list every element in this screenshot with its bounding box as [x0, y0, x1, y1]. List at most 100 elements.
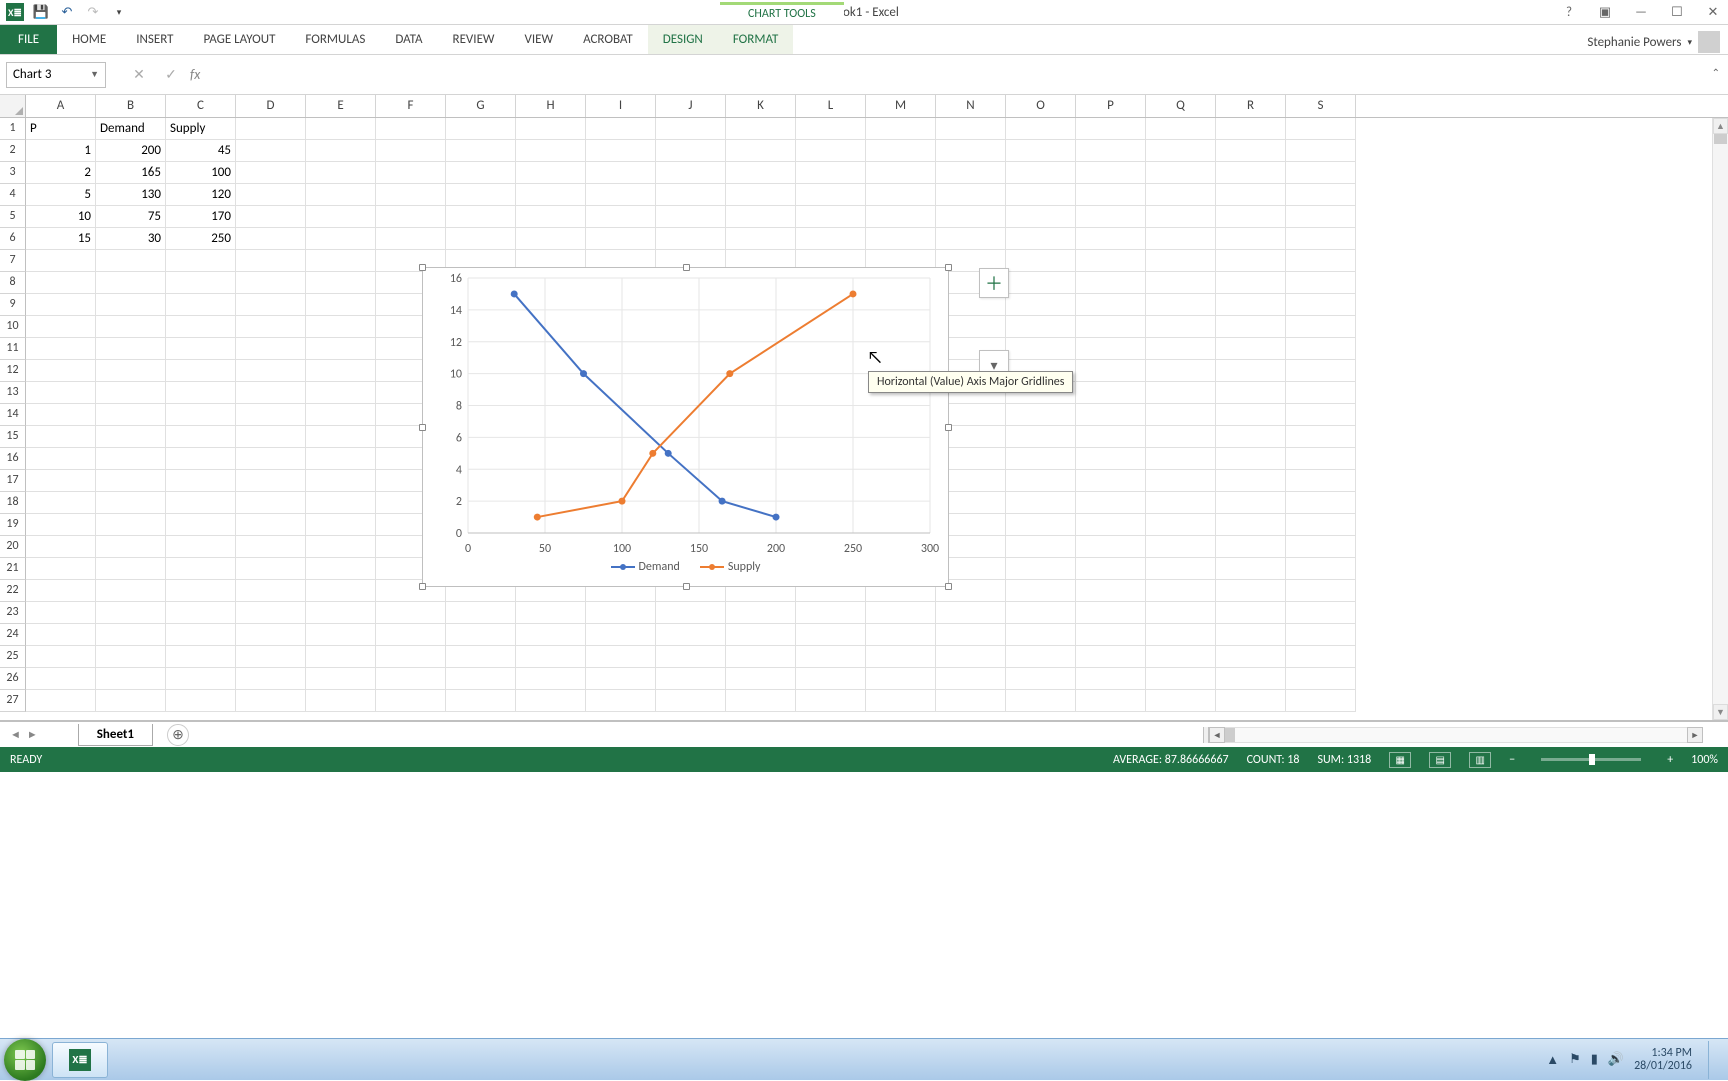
cell[interactable] — [796, 646, 866, 668]
taskbar-clock[interactable]: 1:34 PM 28/01/2016 — [1634, 1047, 1692, 1073]
cell[interactable] — [1076, 624, 1146, 646]
cell[interactable] — [1286, 492, 1356, 514]
cell[interactable] — [306, 162, 376, 184]
cell[interactable] — [656, 184, 726, 206]
cell[interactable] — [26, 316, 96, 338]
cell[interactable] — [96, 382, 166, 404]
cell[interactable] — [446, 184, 516, 206]
cell[interactable] — [96, 602, 166, 624]
cell[interactable] — [1216, 492, 1286, 514]
cell[interactable] — [796, 118, 866, 140]
cell[interactable] — [1146, 448, 1216, 470]
cell[interactable] — [1006, 294, 1076, 316]
resize-handle-mr[interactable] — [945, 424, 952, 431]
zoom-out-button[interactable]: − — [1509, 753, 1515, 767]
legend-demand[interactable]: Demand — [611, 560, 680, 574]
cell[interactable] — [1006, 338, 1076, 360]
user-account[interactable]: Stephanie Powers ▾ — [1587, 25, 1720, 53]
cell[interactable] — [26, 514, 96, 536]
cell[interactable] — [376, 140, 446, 162]
row-header-24[interactable]: 24 — [0, 624, 26, 646]
cell[interactable] — [1216, 162, 1286, 184]
tab-design[interactable]: DESIGN — [648, 25, 718, 54]
row-header-23[interactable]: 23 — [0, 602, 26, 624]
scroll-right-button[interactable]: ► — [1687, 727, 1703, 743]
cell[interactable] — [1076, 580, 1146, 602]
cell[interactable] — [166, 624, 236, 646]
cell[interactable] — [236, 624, 306, 646]
cell[interactable] — [376, 602, 446, 624]
cell[interactable] — [26, 448, 96, 470]
cell[interactable] — [726, 140, 796, 162]
cell[interactable] — [1006, 184, 1076, 206]
cell[interactable] — [96, 404, 166, 426]
cell[interactable] — [376, 118, 446, 140]
cell[interactable] — [166, 646, 236, 668]
cell[interactable] — [26, 492, 96, 514]
cell[interactable] — [936, 690, 1006, 712]
column-header-M[interactable]: M — [866, 95, 936, 117]
cell[interactable] — [26, 580, 96, 602]
cell[interactable] — [516, 162, 586, 184]
formula-input[interactable] — [208, 62, 1722, 88]
cell[interactable] — [1006, 404, 1076, 426]
cell[interactable] — [166, 470, 236, 492]
cell[interactable] — [1286, 448, 1356, 470]
cell[interactable] — [96, 514, 166, 536]
cell[interactable] — [96, 316, 166, 338]
cell[interactable] — [306, 668, 376, 690]
cell[interactable] — [586, 206, 656, 228]
cell[interactable] — [656, 162, 726, 184]
view-normal-button[interactable]: ▦ — [1389, 752, 1411, 768]
cell[interactable] — [866, 228, 936, 250]
cell[interactable] — [1286, 272, 1356, 294]
cell[interactable] — [376, 184, 446, 206]
row-header-13[interactable]: 13 — [0, 382, 26, 404]
row-header-1[interactable]: 1 — [0, 118, 26, 140]
cell[interactable] — [306, 514, 376, 536]
cell[interactable] — [866, 624, 936, 646]
cell[interactable] — [796, 162, 866, 184]
cell[interactable] — [1146, 184, 1216, 206]
cell[interactable] — [1216, 272, 1286, 294]
cell[interactable] — [1216, 646, 1286, 668]
embedded-chart[interactable]: 0501001502002503000246810121416 Demand S… — [422, 267, 949, 587]
tab-formulas[interactable]: FORMULAS — [290, 25, 380, 54]
cell[interactable] — [96, 580, 166, 602]
cell[interactable] — [166, 338, 236, 360]
cell[interactable] — [1286, 338, 1356, 360]
cell[interactable]: 45 — [166, 140, 236, 162]
name-box-dropdown-icon[interactable]: ▼ — [90, 69, 99, 80]
cell[interactable] — [236, 316, 306, 338]
cell[interactable] — [1216, 140, 1286, 162]
cell[interactable] — [166, 294, 236, 316]
cell[interactable] — [1006, 140, 1076, 162]
cell[interactable] — [1146, 514, 1216, 536]
cell[interactable] — [1286, 184, 1356, 206]
horizontal-scrollbar[interactable]: ◄ ► — [1203, 727, 1703, 743]
cell[interactable] — [26, 404, 96, 426]
accept-formula-button[interactable]: ✓ — [158, 64, 184, 86]
cell[interactable] — [1146, 426, 1216, 448]
cell[interactable] — [726, 184, 796, 206]
zoom-level[interactable]: 100% — [1691, 753, 1718, 767]
cell[interactable] — [96, 690, 166, 712]
cell[interactable] — [26, 250, 96, 272]
cell[interactable] — [1216, 536, 1286, 558]
cell[interactable] — [236, 646, 306, 668]
minimize-button[interactable]: — — [1630, 3, 1652, 21]
cell[interactable] — [1076, 690, 1146, 712]
cell[interactable] — [796, 184, 866, 206]
cell[interactable] — [96, 536, 166, 558]
cell[interactable] — [936, 184, 1006, 206]
cell[interactable] — [306, 404, 376, 426]
spreadsheet-grid[interactable]: 1234567891011121314151617181920212223242… — [0, 118, 1728, 721]
cell[interactable] — [1286, 690, 1356, 712]
cell[interactable] — [796, 602, 866, 624]
cell[interactable] — [656, 668, 726, 690]
cell[interactable] — [586, 624, 656, 646]
column-header-I[interactable]: I — [586, 95, 656, 117]
cell[interactable] — [1076, 272, 1146, 294]
cell[interactable] — [306, 250, 376, 272]
cell[interactable] — [1216, 558, 1286, 580]
